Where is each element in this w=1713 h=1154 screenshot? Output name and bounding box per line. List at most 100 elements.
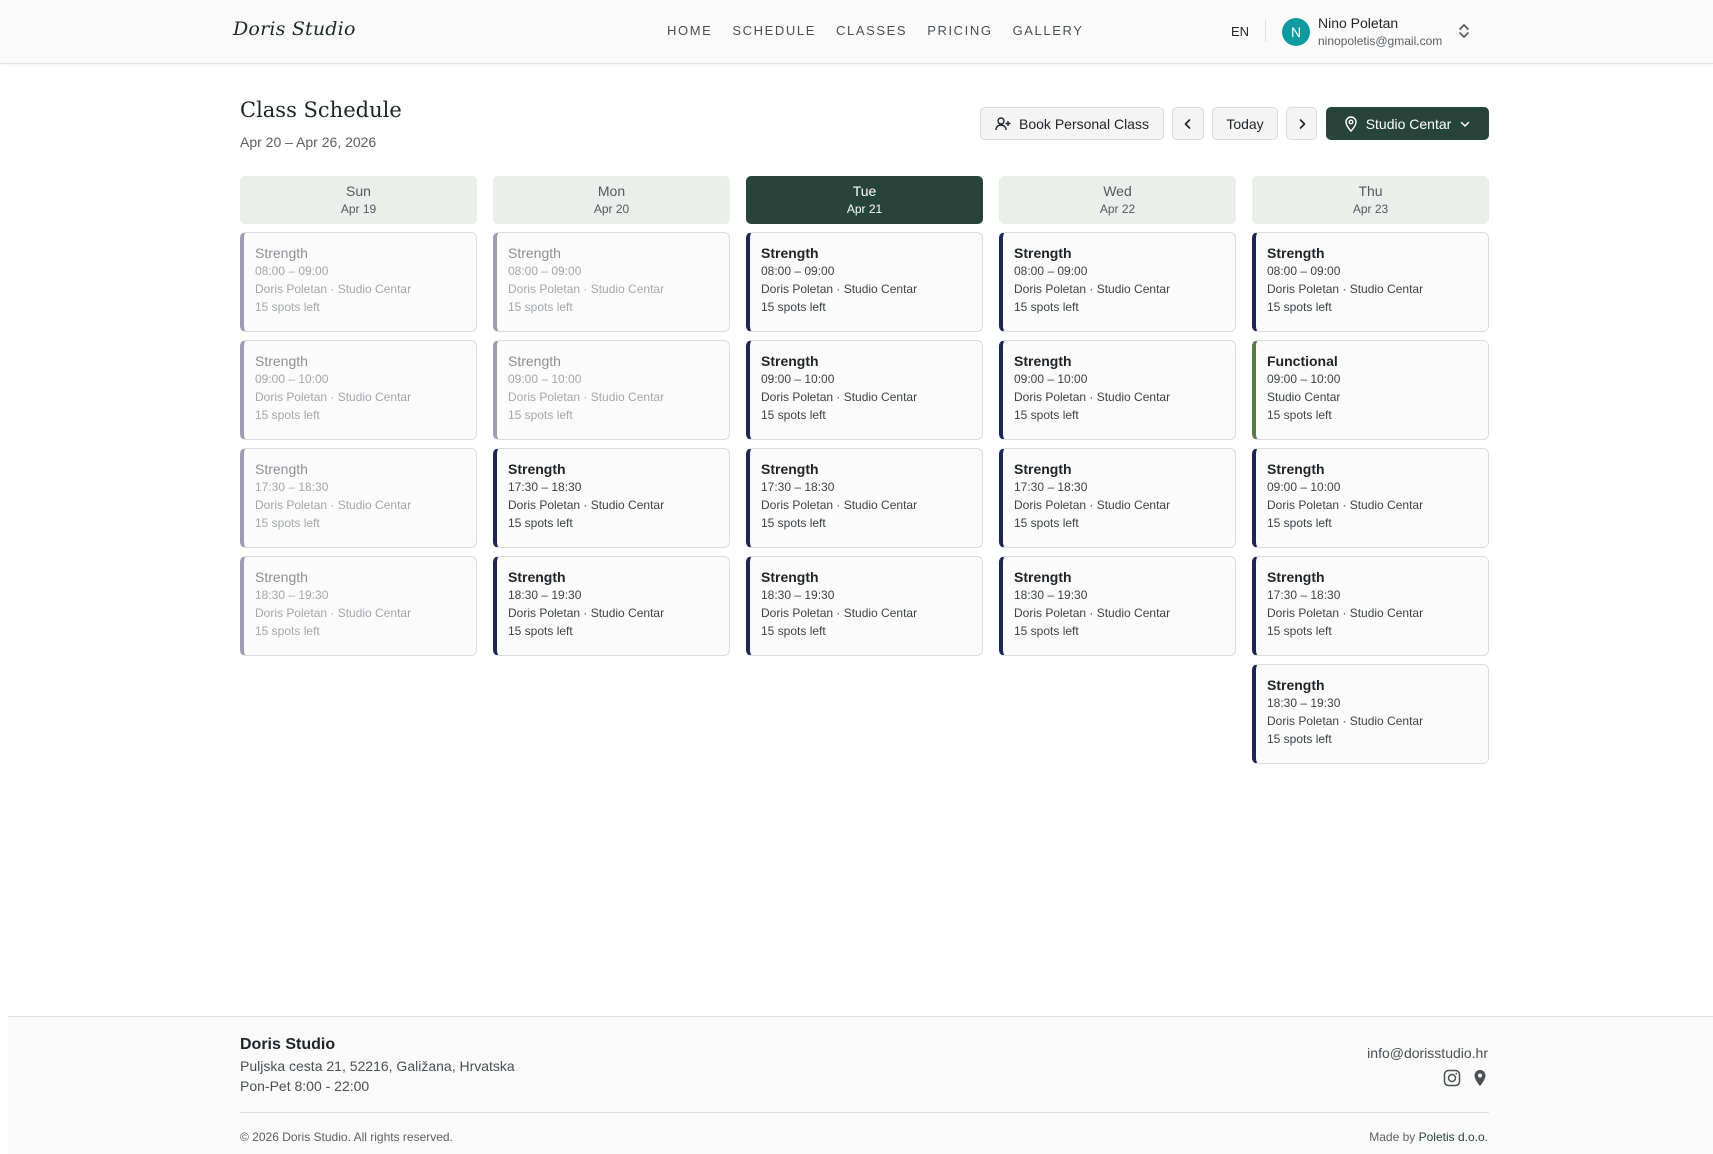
brand-logo[interactable]: Doris Studio xyxy=(233,18,356,40)
class-meta: Doris Poletan · Studio Centar xyxy=(761,606,918,620)
class-time: 09:00 – 10:00 xyxy=(1014,372,1088,386)
class-card[interactable]: Strength 09:00 – 10:00 Doris Poletan · S… xyxy=(999,340,1236,440)
today-button[interactable]: Today xyxy=(1212,107,1278,140)
footer-hours: Pon-Pet 8:00 - 22:00 xyxy=(240,1078,370,1094)
class-time: 09:00 – 10:00 xyxy=(508,372,582,386)
class-spots: 15 spots left xyxy=(761,516,826,530)
day-column-mon: Mon Apr 20 Strength 08:00 – 09:00 Doris … xyxy=(493,176,730,656)
nav-pricing[interactable]: PRICING xyxy=(927,23,992,38)
class-time: 18:30 – 19:30 xyxy=(1267,696,1341,710)
class-card[interactable]: Functional 09:00 – 10:00 Studio Centar 1… xyxy=(1252,340,1489,440)
day-header-thu: Thu Apr 23 xyxy=(1252,176,1489,224)
day-column-tue: Tue Apr 21 Strength 08:00 – 09:00 Doris … xyxy=(746,176,983,656)
day-column-thu: Thu Apr 23 Strength 08:00 – 09:00 Doris … xyxy=(1252,176,1489,764)
book-personal-class-button[interactable]: Book Personal Class xyxy=(980,107,1164,140)
class-meta: Doris Poletan · Studio Centar xyxy=(255,606,412,620)
map-pin-icon xyxy=(1344,115,1357,132)
class-card[interactable]: Strength 09:00 – 10:00 Doris Poletan · S… xyxy=(1252,448,1489,548)
previous-week-button[interactable] xyxy=(1172,107,1204,140)
class-title: Strength xyxy=(255,245,308,261)
class-card[interactable]: Strength 08:00 – 09:00 Doris Poletan · S… xyxy=(999,232,1236,332)
studio-select[interactable]: Studio Centar xyxy=(1326,107,1489,140)
class-card[interactable]: Strength 18:30 – 19:30 Doris Poletan · S… xyxy=(999,556,1236,656)
footer-address: Puljska cesta 21, 52216, Galižana, Hrvat… xyxy=(240,1058,515,1074)
class-spots: 15 spots left xyxy=(1014,300,1079,314)
class-meta: Doris Poletan · Studio Centar xyxy=(1267,498,1424,512)
header-divider xyxy=(1265,20,1266,42)
class-meta: Doris Poletan · Studio Centar xyxy=(1014,390,1171,404)
class-time: 08:00 – 09:00 xyxy=(508,264,582,278)
class-card[interactable]: Strength 18:30 – 19:30 Doris Poletan · S… xyxy=(746,556,983,656)
class-time: 09:00 – 10:00 xyxy=(255,372,329,386)
class-card[interactable]: Strength 08:00 – 09:00 Doris Poletan · S… xyxy=(240,232,477,332)
class-title: Strength xyxy=(508,569,566,585)
class-title: Strength xyxy=(1267,461,1325,477)
class-title: Strength xyxy=(1014,245,1072,261)
footer-email-link[interactable]: info@dorisstudio.hr xyxy=(1367,1045,1488,1061)
class-meta: Studio Centar xyxy=(1267,390,1341,404)
class-card[interactable]: Strength 08:00 – 09:00 Doris Poletan · S… xyxy=(1252,232,1489,332)
class-title: Strength xyxy=(1267,569,1325,585)
class-card[interactable]: Strength 09:00 – 10:00 Doris Poletan · S… xyxy=(240,340,477,440)
class-card[interactable]: Strength 17:30 – 18:30 Doris Poletan · S… xyxy=(493,448,730,548)
class-card[interactable]: Strength 09:00 – 10:00 Doris Poletan · S… xyxy=(493,340,730,440)
nav-home[interactable]: HOME xyxy=(667,23,712,38)
class-card[interactable]: Strength 17:30 – 18:30 Doris Poletan · S… xyxy=(240,448,477,548)
day-name: Tue xyxy=(852,183,877,199)
class-title: Strength xyxy=(761,569,819,585)
top-header: Doris Studio HOME SCHEDULE CLASSES PRICI… xyxy=(0,0,1713,64)
class-card[interactable]: Strength 18:30 – 19:30 Doris Poletan · S… xyxy=(493,556,730,656)
class-time: 08:00 – 09:00 xyxy=(1267,264,1341,278)
class-spots: 15 spots left xyxy=(1267,732,1332,746)
user-name[interactable]: Nino Poletan xyxy=(1318,15,1398,31)
class-time: 17:30 – 18:30 xyxy=(255,480,329,494)
class-time: 17:30 – 18:30 xyxy=(1267,588,1341,602)
map-pin-icon[interactable] xyxy=(1473,1069,1487,1087)
language-switcher[interactable]: EN xyxy=(1231,24,1249,39)
class-card[interactable]: Strength 18:30 – 19:30 Doris Poletan · S… xyxy=(1252,664,1489,764)
chevron-right-icon xyxy=(1299,118,1305,129)
class-meta: Doris Poletan · Studio Centar xyxy=(761,282,918,296)
class-card[interactable]: Strength 17:30 – 18:30 Doris Poletan · S… xyxy=(746,448,983,548)
day-column-wed: Wed Apr 22 Strength 08:00 – 09:00 Doris … xyxy=(999,176,1236,656)
class-card[interactable]: Strength 08:00 – 09:00 Doris Poletan · S… xyxy=(493,232,730,332)
class-card[interactable]: Strength 09:00 – 10:00 Doris Poletan · S… xyxy=(746,340,983,440)
made-by-link[interactable]: Poletis d.o.o. xyxy=(1419,1130,1488,1144)
day-date: Apr 20 xyxy=(593,202,630,216)
class-card[interactable]: Strength 18:30 – 19:30 Doris Poletan · S… xyxy=(240,556,477,656)
class-spots: 15 spots left xyxy=(255,624,320,638)
class-spots: 15 spots left xyxy=(1014,408,1079,422)
class-meta: Doris Poletan · Studio Centar xyxy=(761,498,918,512)
day-name: Thu xyxy=(1358,183,1383,199)
user-email: ninopoletis@gmail.com xyxy=(1318,34,1443,48)
class-card[interactable]: Strength 17:30 – 18:30 Doris Poletan · S… xyxy=(999,448,1236,548)
class-title: Strength xyxy=(255,569,308,585)
footer-brand: Doris Studio xyxy=(240,1036,336,1053)
class-title: Strength xyxy=(508,353,561,369)
class-meta: Doris Poletan · Studio Centar xyxy=(1267,714,1424,728)
next-week-button[interactable] xyxy=(1286,107,1317,140)
class-spots: 15 spots left xyxy=(761,408,826,422)
class-spots: 15 spots left xyxy=(508,624,573,638)
instagram-icon[interactable] xyxy=(1443,1069,1461,1087)
date-range: Apr 20 – Apr 26, 2026 xyxy=(240,134,377,150)
class-card[interactable]: Strength 17:30 – 18:30 Doris Poletan · S… xyxy=(1252,556,1489,656)
nav-schedule[interactable]: SCHEDULE xyxy=(732,23,816,38)
day-header-mon: Mon Apr 20 xyxy=(493,176,730,224)
class-meta: Doris Poletan · Studio Centar xyxy=(508,606,665,620)
class-card[interactable]: Strength 08:00 – 09:00 Doris Poletan · S… xyxy=(746,232,983,332)
day-header-sun: Sun Apr 19 xyxy=(240,176,477,224)
chevron-down-icon xyxy=(1461,121,1470,127)
class-time: 08:00 – 09:00 xyxy=(1014,264,1088,278)
class-spots: 15 spots left xyxy=(508,516,573,530)
nav-classes[interactable]: CLASSES xyxy=(836,23,907,38)
class-meta: Doris Poletan · Studio Centar xyxy=(761,390,918,404)
chevron-up-down-icon[interactable] xyxy=(1457,22,1471,40)
class-title: Strength xyxy=(761,461,819,477)
class-time: 08:00 – 09:00 xyxy=(255,264,329,278)
nav-gallery[interactable]: GALLERY xyxy=(1013,23,1084,38)
class-spots: 15 spots left xyxy=(1267,408,1332,422)
avatar[interactable]: N xyxy=(1282,18,1310,46)
class-time: 18:30 – 19:30 xyxy=(761,588,835,602)
class-spots: 15 spots left xyxy=(508,408,573,422)
